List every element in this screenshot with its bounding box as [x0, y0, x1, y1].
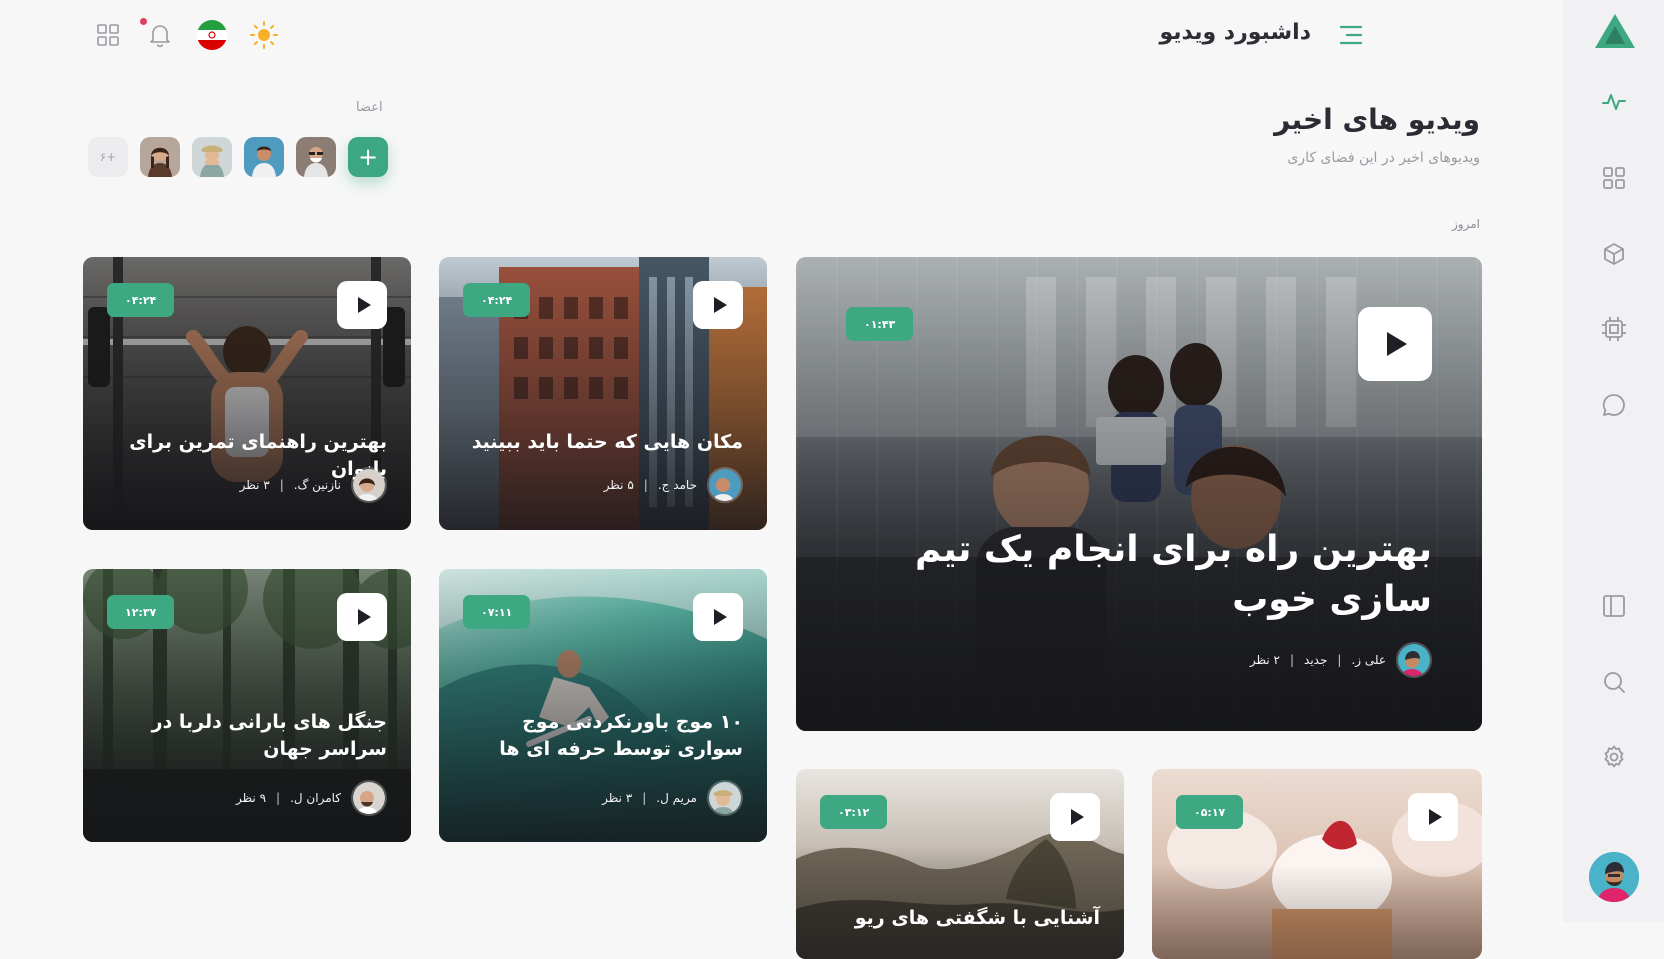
video-views: ۳ نظر: [239, 478, 270, 492]
video-card[interactable]: ۰۴:۲۴ مکان هایی که حتما باید ببینید حامد…: [439, 257, 767, 530]
member-avatar[interactable]: [192, 137, 232, 177]
video-duration: ۰۱:۴۳: [846, 307, 914, 341]
sun-icon[interactable]: [249, 20, 279, 50]
play-icon: [1070, 809, 1084, 825]
video-card[interactable]: ۰۵:۱۷: [1152, 769, 1482, 959]
members-label: اعضا: [356, 100, 383, 115]
author-name: حامد ج.: [657, 478, 697, 492]
play-icon: [1428, 809, 1442, 825]
sidebar-rail: [1563, 0, 1664, 922]
video-title: آشنایی با شگفتی های ریو: [854, 907, 1100, 929]
play-button[interactable]: [693, 281, 743, 329]
author-name: کامران ل.: [290, 791, 341, 805]
video-card[interactable]: ۱۲:۳۷ جنگل های بارانی دلربا در سراسر جها…: [83, 569, 411, 842]
play-button[interactable]: [693, 593, 743, 641]
play-icon: [357, 297, 371, 313]
video-views: ۵ نظر: [603, 478, 634, 492]
apps-icon[interactable]: [93, 20, 123, 50]
video-views: ۲ نظر: [1249, 653, 1280, 667]
member-avatar[interactable]: [140, 137, 180, 177]
more-members-button[interactable]: ۶+: [88, 137, 128, 177]
author-avatar: [351, 780, 387, 816]
author-name: مریم ل.: [656, 791, 697, 805]
video-meta: مریم ل. | ۳ نظر: [602, 780, 743, 816]
add-member-button[interactable]: +: [348, 137, 388, 177]
video-title: بهترین راه برای انجام یک تیم سازی خوب: [914, 529, 1432, 621]
play-button[interactable]: [1408, 793, 1458, 841]
video-card[interactable]: ۰۴:۲۴ بهترین راهنمای تمرین برای بانوان ن…: [83, 257, 411, 530]
author-avatar: [351, 467, 387, 503]
video-duration: ۰۷:۱۱: [463, 595, 531, 629]
author-avatar: [707, 780, 743, 816]
play-button[interactable]: [1358, 307, 1432, 381]
play-button[interactable]: [337, 593, 387, 641]
video-title: ۱۰ موج باورنکردنی موج سواری توسط حرفه ای…: [499, 711, 743, 760]
section-title: ویدیو های اخیر: [1274, 103, 1480, 136]
play-icon: [1387, 332, 1407, 356]
play-icon: [713, 609, 727, 625]
cube-icon[interactable]: [1601, 241, 1627, 267]
video-tag: جدید: [1304, 653, 1328, 667]
play-button[interactable]: [1050, 793, 1100, 841]
activity-icon[interactable]: [1601, 89, 1627, 115]
author-avatar: [707, 467, 743, 503]
video-meta: کامران ل. | ۹ نظر: [236, 780, 387, 816]
logo-icon[interactable]: [1593, 12, 1637, 52]
video-meta: علی ز. | جدید | ۲ نظر: [1250, 642, 1432, 678]
video-views: ۳ نظر: [602, 791, 633, 805]
author-name: علی ز.: [1351, 653, 1386, 667]
menu-icon[interactable]: [1338, 22, 1364, 48]
notification-dot: [140, 18, 147, 25]
page-title: داشبورد ویدیو: [1159, 20, 1311, 45]
section-subtitle: ویدیوهای اخیر در این فضای کاری: [1287, 150, 1480, 166]
chat-icon[interactable]: [1601, 392, 1627, 418]
iran-flag-icon[interactable]: [197, 20, 227, 50]
video-card[interactable]: ۰۳:۱۲ آشنایی با شگفتی های ریو: [796, 769, 1124, 959]
video-duration: ۰۵:۱۷: [1176, 795, 1244, 829]
featured-video-card[interactable]: ۰۱:۴۳ بهترین راه برای انجام یک تیم سازی …: [796, 257, 1482, 731]
video-duration: ۰۴:۲۴: [463, 283, 531, 317]
video-meta: حامد ج. | ۵ نظر: [604, 467, 743, 503]
video-duration: ۰۴:۲۴: [107, 283, 175, 317]
member-avatar[interactable]: [296, 137, 336, 177]
bell-icon[interactable]: [145, 20, 175, 50]
video-card[interactable]: ۰۷:۱۱ ۱۰ موج باورنکردنی موج سواری توسط ح…: [439, 569, 767, 842]
chip-icon[interactable]: [1601, 316, 1627, 342]
author-name: نازنین گ.: [293, 478, 341, 492]
panel-icon[interactable]: [1601, 593, 1627, 619]
play-icon: [357, 609, 371, 625]
video-title: جنگل های بارانی دلربا در سراسر جهان: [151, 711, 387, 760]
user-avatar[interactable]: [1589, 852, 1639, 902]
play-button[interactable]: [337, 281, 387, 329]
group-label: امروز: [1452, 217, 1480, 231]
video-title: مکان هایی که حتما باید ببینید: [471, 431, 743, 453]
member-avatar[interactable]: [244, 137, 284, 177]
video-views: ۹ نظر: [235, 791, 267, 805]
grid-icon[interactable]: [1601, 165, 1627, 191]
settings-icon[interactable]: [1601, 744, 1627, 770]
video-duration: ۰۳:۱۲: [820, 795, 888, 829]
search-icon[interactable]: [1601, 669, 1627, 695]
author-avatar: [1396, 642, 1432, 678]
video-duration: ۱۲:۳۷: [107, 595, 175, 629]
play-icon: [713, 297, 727, 313]
video-meta: نازنین گ. | ۳ نظر: [240, 467, 387, 503]
